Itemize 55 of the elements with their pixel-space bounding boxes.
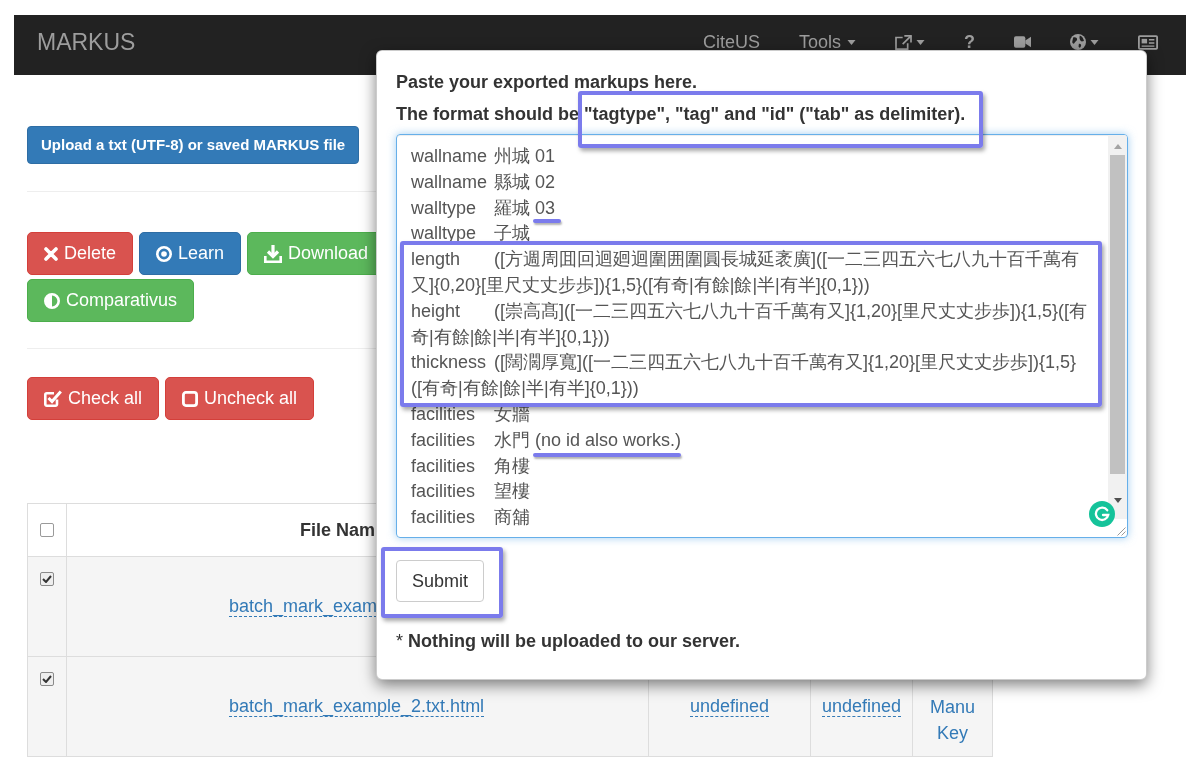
external-link-icon	[895, 34, 912, 50]
upload-button[interactable]: Upload a txt (UTF-8) or saved MARKUS file	[27, 126, 360, 164]
download-icon	[264, 244, 283, 263]
nav-dropdown[interactable]: Tools	[798, 34, 856, 50]
learn-button[interactable]: Learn	[139, 232, 242, 275]
checked-box-icon	[44, 390, 62, 407]
help-link[interactable]: ?	[964, 34, 975, 50]
check-all-button[interactable]: Check all	[27, 377, 160, 420]
check-icon	[42, 675, 52, 683]
markup-line: walltype 羅城 03	[411, 197, 556, 218]
markup-line: wallname 縣城 02	[411, 171, 556, 192]
markup-line: facilities 水門 (no id also works.)	[411, 429, 682, 450]
delete-button[interactable]: Delete	[27, 232, 134, 275]
markup-line: facilities 商舖	[411, 507, 530, 528]
icon-dropdown[interactable]	[895, 34, 925, 50]
resize-grip-icon[interactable]	[1117, 527, 1126, 536]
scrollbar[interactable]	[1108, 135, 1127, 519]
compare-button[interactable]: Comparativus	[27, 279, 195, 322]
cross-icon	[44, 246, 58, 261]
checkbox[interactable]	[40, 523, 54, 537]
value-link[interactable]: undefined	[821, 696, 902, 717]
markup-line: facilities 望樓	[411, 481, 530, 502]
check-icon	[42, 575, 52, 583]
half-circle-icon	[44, 292, 60, 309]
checkbox[interactable]	[40, 672, 54, 686]
nav-link[interactable]: CiteUS	[702, 34, 760, 50]
underline-mark	[533, 219, 561, 223]
instruction-text: Paste your exported markups here.	[396, 71, 699, 94]
markup-line: walltype 子城	[411, 223, 530, 244]
markup-line: wallname 州城 01	[411, 146, 556, 166]
dot-circle-icon	[156, 245, 173, 262]
brand-title[interactable]: MARKUS	[14, 29, 136, 55]
scrollbar-thumb[interactable]	[1110, 155, 1125, 474]
footnote-text: *Nothing will be uploaded to our server.	[396, 630, 742, 653]
markup-line: thickness ([闊濶厚寬]([一二三四五六七八九十百千萬有又]{1,20}[里尺丈丈步歩]){1,5}([有奇|有餘|餘|半|有半]{0,1}))	[411, 352, 1077, 399]
submit-button[interactable]: Submit	[396, 560, 485, 602]
file-link[interactable]: batch_mark_example_2.txt.html	[229, 696, 485, 717]
markup-line: facilities 角樓	[411, 455, 530, 476]
value-link[interactable]: undefined	[689, 696, 770, 717]
scroll-down-icon[interactable]	[1113, 498, 1122, 503]
icon-link[interactable]	[1014, 36, 1031, 48]
format-text: The format should be "tagtype", "tag" and "id" ("tab" as delimiter).	[396, 103, 967, 126]
markup-line: length ([方週周囬回迴廻迴圍囲圍圓長城延袤廣]([一二三四五六七八九十百千萬有又]{0,20}[里尺丈丈步歩]){1,5}([有奇|有餘|餘|半|有半]{0,1}))	[411, 249, 1079, 295]
markup-line: height ([崇高髙]([一二三四五六七八九十百千萬有又]{1,20}[里尺丈丈步歩]){1,5}([有奇|有餘|餘|半|有半]{0,1}))	[411, 300, 1088, 347]
globe-icon	[1070, 34, 1086, 50]
uncheck-all-button[interactable]: Uncheck all	[165, 377, 315, 420]
checkbox[interactable]	[40, 572, 54, 586]
icon-dropdown[interactable]	[1070, 34, 1099, 50]
video-camera-icon	[1014, 36, 1031, 48]
empty-box-icon	[182, 390, 199, 407]
markup-line: facilities 女牆	[411, 403, 530, 424]
newspaper-icon	[1138, 34, 1158, 50]
column-header: File Nam	[300, 519, 376, 540]
markup-textarea[interactable]	[396, 134, 1128, 538]
icon-link[interactable]	[1138, 34, 1158, 50]
